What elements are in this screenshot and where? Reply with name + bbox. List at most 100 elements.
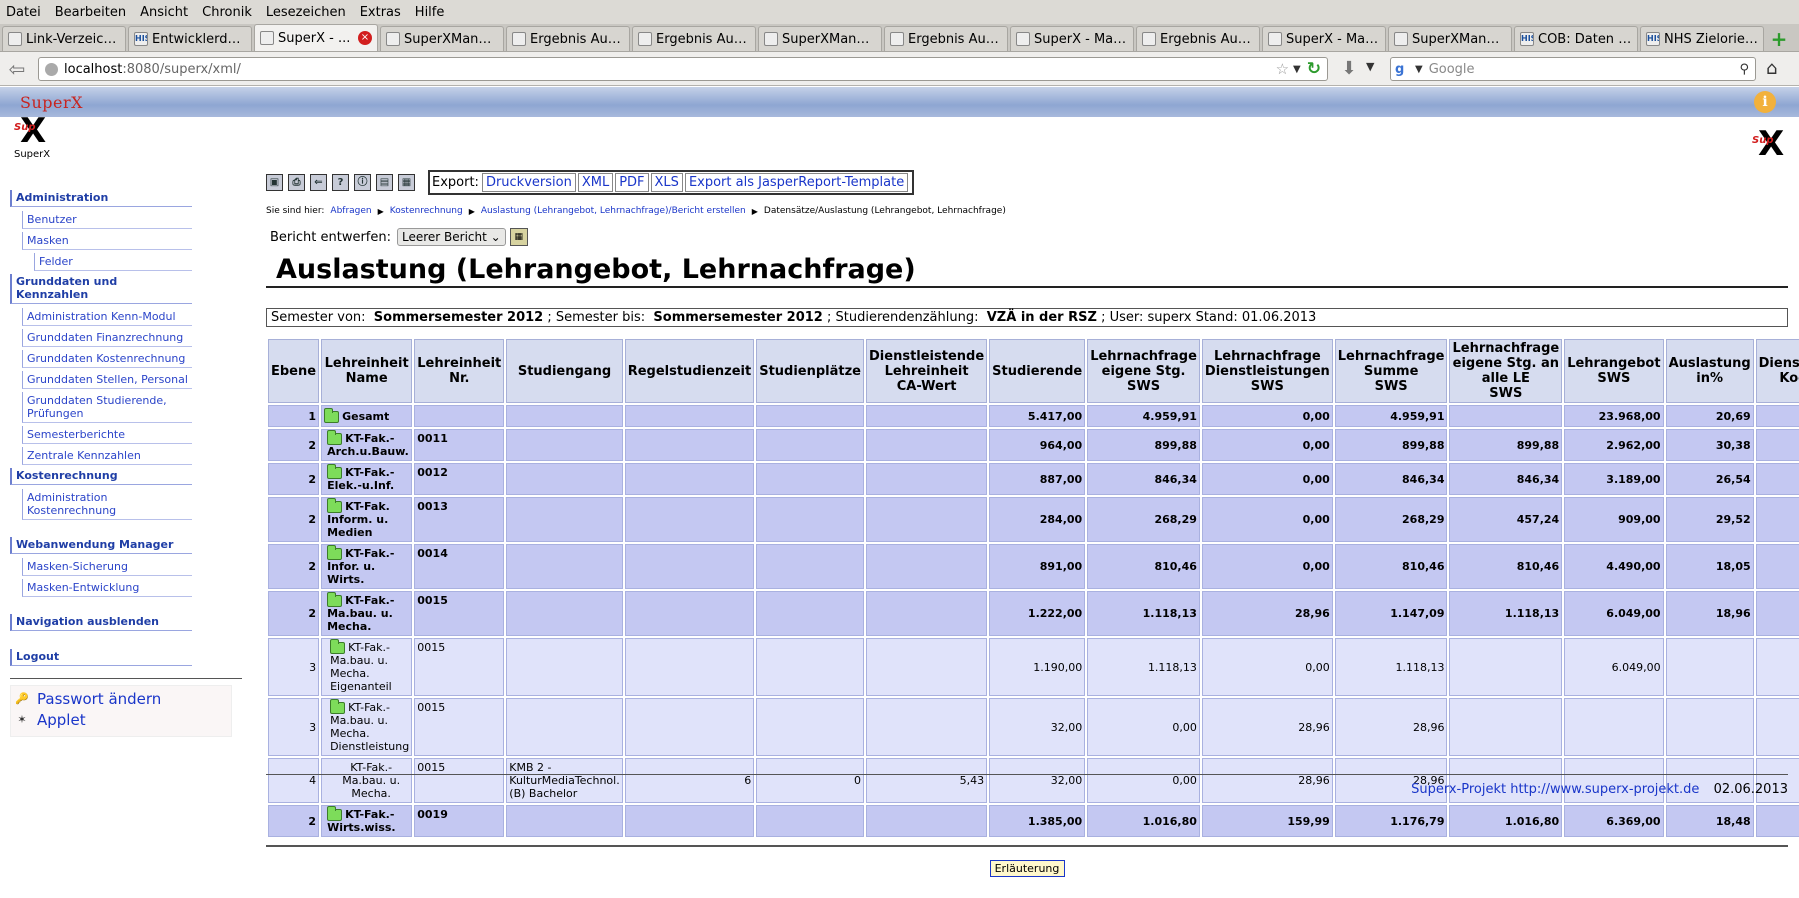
- sidebar-item[interactable]: Administration Kenn-Modul: [22, 308, 192, 326]
- close-tab-icon[interactable]: ×: [358, 31, 372, 45]
- folder-icon[interactable]: [327, 430, 343, 445]
- browser-tab[interactable]: HIS NHS Zielorien...: [1640, 26, 1764, 51]
- browser-tab[interactable]: SuperXManager: [1388, 26, 1512, 51]
- folder-icon[interactable]: [324, 407, 340, 423]
- sidebar-section-manager[interactable]: Webanwendung Manager: [10, 537, 192, 554]
- folder-icon[interactable]: [327, 592, 343, 607]
- sidebar-item[interactable]: Benutzer: [22, 211, 192, 229]
- lehreinheit-name[interactable]: Gesamt: [342, 410, 389, 423]
- menu-item-lesezeichen[interactable]: Lesezeichen: [266, 5, 346, 20]
- tab-label[interactable]: SuperX - Mas...: [1034, 32, 1128, 47]
- export-pdf-button[interactable]: PDF: [615, 173, 649, 192]
- report-layout-icon[interactable]: ▦: [509, 228, 528, 246]
- menu-item-bearbeiten[interactable]: Bearbeiten: [55, 5, 126, 20]
- sidebar-item[interactable]: Administration Kostenrechnung: [22, 489, 192, 520]
- tab-label[interactable]: SuperXManager: [782, 32, 876, 47]
- folder-icon[interactable]: [327, 498, 343, 513]
- column-header[interactable]: Dienstleistende Lehreinheit CA-Wert: [866, 339, 988, 403]
- url-bar[interactable]: localhost:8080/superx/xml/ ☆ ▼ ↻: [38, 57, 1328, 81]
- tab-label[interactable]: NHS Zielorien...: [1664, 32, 1758, 47]
- new-tab-icon[interactable]: +: [1768, 29, 1790, 51]
- search-bar[interactable]: g ▼ Google ⚲: [1390, 57, 1756, 81]
- back-icon[interactable]: ⇐: [310, 174, 327, 191]
- site-identity-icon[interactable]: [45, 62, 58, 76]
- folder-icon[interactable]: [330, 699, 346, 714]
- column-header[interactable]: Regelstudienzeit: [624, 339, 755, 403]
- browser-tab[interactable]: Ergebnis Ausl...: [1136, 26, 1260, 51]
- export-druckversion-button[interactable]: Druckversion: [481, 173, 576, 192]
- tab-label[interactable]: Ergebnis Ausl...: [908, 32, 1002, 47]
- help-icon[interactable]: ?: [332, 174, 349, 191]
- browser-tab[interactable]: SuperX - Mas...: [1262, 26, 1386, 51]
- browser-tab[interactable]: SuperX - Mas...: [1010, 26, 1134, 51]
- breadcrumb-link[interactable]: Auslastung (Lehrangebot, Lehrnachfrage)/…: [481, 206, 746, 216]
- folder-icon[interactable]: [327, 545, 343, 560]
- menu-item-chronik[interactable]: Chronik: [202, 5, 252, 20]
- google-icon[interactable]: g: [1395, 62, 1411, 77]
- column-header[interactable]: Studierende: [989, 339, 1086, 403]
- menu-item-datei[interactable]: Datei: [6, 5, 41, 20]
- erlaeuterung-button[interactable]: Erläuterung: [989, 860, 1065, 877]
- sidebar-section-administration[interactable]: Administration: [10, 190, 192, 207]
- tab-label[interactable]: COB: Daten d...: [1538, 32, 1632, 47]
- column-header[interactable]: Ebene: [268, 339, 320, 403]
- browser-tab[interactable]: Ergebnis Ausl...: [884, 26, 1008, 51]
- browser-tab[interactable]: SuperXManager: [758, 26, 882, 51]
- search-input[interactable]: Google: [1429, 62, 1740, 77]
- menu-item-hilfe[interactable]: Hilfe: [415, 5, 445, 20]
- url-text[interactable]: localhost:8080/superx/xml/: [64, 62, 1276, 77]
- browser-tab[interactable]: Link-Verzeichnis: [2, 26, 126, 51]
- browser-tab[interactable]: SuperX - ... ×: [254, 24, 378, 51]
- menu-item-ansicht[interactable]: Ansicht: [140, 5, 188, 20]
- download-icon[interactable]: ⬇: [1334, 58, 1364, 80]
- folder-icon[interactable]: [327, 806, 343, 821]
- column-header[interactable]: Lehrnachfrage Dienstleistungen SWS: [1201, 339, 1333, 403]
- tab-label[interactable]: SuperXManager: [404, 32, 498, 47]
- save-icon[interactable]: ▣: [266, 174, 283, 191]
- tab-label[interactable]: Ergebnis Ausl...: [530, 32, 624, 47]
- back-arrow-icon[interactable]: ⇦: [4, 57, 30, 81]
- export-xls-button[interactable]: XLS: [650, 173, 683, 192]
- search-engine-dropdown-icon[interactable]: ▼: [1415, 64, 1423, 75]
- column-header[interactable]: Lehreinheit Nr.: [414, 339, 505, 403]
- sidebar-item[interactable]: Masken-Sicherung: [22, 558, 192, 576]
- folder-icon[interactable]: [327, 464, 343, 479]
- sidebar-item[interactable]: Grunddaten Kostenrechnung: [22, 350, 192, 368]
- column-header[interactable]: Studienplätze: [756, 339, 865, 403]
- home-icon[interactable]: ⌂: [1766, 58, 1777, 79]
- sidebar-item[interactable]: Masken: [22, 232, 192, 250]
- report-design-select[interactable]: Leerer Bericht ⌄: [397, 228, 506, 246]
- tab-label[interactable]: Link-Verzeichnis: [26, 32, 120, 47]
- extras-link[interactable]: 🔑 Passwort ändern: [15, 690, 227, 708]
- column-header[interactable]: Lehrnachfrage Summe SWS: [1334, 339, 1448, 403]
- grid-icon[interactable]: ▦: [398, 174, 415, 191]
- bookmark-icon[interactable]: ▤: [376, 174, 393, 191]
- breadcrumb-link[interactable]: Kostenrechnung: [390, 206, 463, 216]
- reload-icon[interactable]: ↻: [1307, 59, 1321, 79]
- info-icon[interactable]: ⓘ: [354, 174, 371, 191]
- column-header[interactable]: Studiengang: [506, 339, 623, 403]
- menu-item-extras[interactable]: Extras: [360, 5, 401, 20]
- breadcrumb-link[interactable]: Abfragen: [330, 206, 371, 216]
- tab-label[interactable]: SuperX - ...: [278, 31, 358, 46]
- sidebar-item[interactable]: Semesterberichte: [22, 426, 192, 444]
- column-header[interactable]: Dienstleistungs-Koeffizient: [1755, 339, 1799, 403]
- extras-link-label[interactable]: Passwort ändern: [37, 690, 161, 708]
- superx-logo[interactable]: X Sup SuperX: [12, 114, 58, 164]
- browser-tab[interactable]: HIS Entwicklerdo...: [128, 26, 252, 51]
- tab-label[interactable]: SuperXManager: [1412, 32, 1506, 47]
- sidebar-item[interactable]: Grunddaten Studierende, Prüfungen: [22, 392, 192, 423]
- extras-link-label[interactable]: Applet: [37, 711, 86, 729]
- sidebar-item[interactable]: Felder: [34, 253, 192, 271]
- tab-label[interactable]: Ergebnis Ausl...: [656, 32, 750, 47]
- print-icon[interactable]: ⎙: [288, 174, 305, 191]
- export-xml-button[interactable]: XML: [577, 173, 614, 192]
- folder-icon[interactable]: [330, 639, 346, 654]
- sidebar-section-kostenrechnung[interactable]: Kostenrechnung: [10, 468, 192, 485]
- browser-tab[interactable]: SuperXManager: [380, 26, 504, 51]
- search-go-icon[interactable]: ⚲: [1739, 62, 1749, 77]
- logout-link[interactable]: Logout: [10, 649, 192, 666]
- browser-tab[interactable]: Ergebnis Ausl...: [506, 26, 630, 51]
- bookmark-star-icon[interactable]: ☆: [1276, 60, 1289, 78]
- extras-link[interactable]: ✶ Applet: [15, 711, 227, 729]
